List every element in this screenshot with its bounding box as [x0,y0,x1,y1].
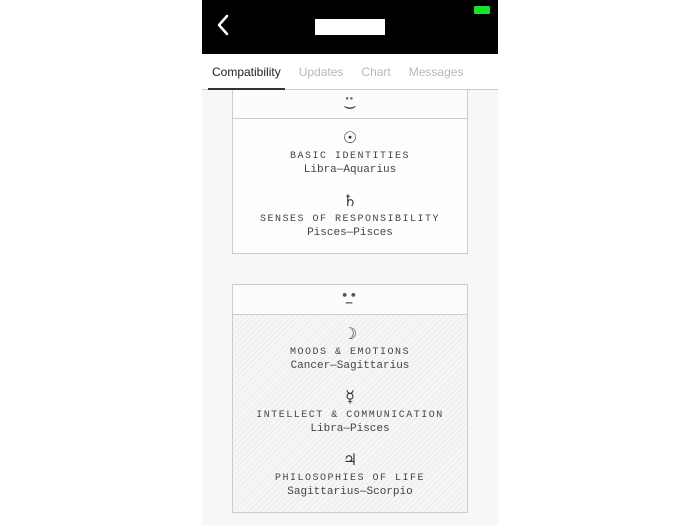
aspect-title: BASIC IDENTITIES [239,151,461,162]
compatibility-card-positive[interactable]: :) ☉ BASIC IDENTITIES Libra—Aquarius ♄ S… [232,90,468,254]
tab-updates[interactable]: Updates [297,55,346,89]
aspect-item: ☉ BASIC IDENTITIES Libra—Aquarius [239,131,461,176]
aspect-item: ☽ MOODS & EMOTIONS Cancer—Sagittarius [239,327,461,372]
aspect-pair: Pisces—Pisces [239,227,461,239]
moon-icon: ☽ [239,327,461,343]
aspect-title: MOODS & EMOTIONS [239,347,461,358]
neutral-face-icon: ••— [341,293,358,306]
mercury-icon: ☿ [239,390,461,406]
content-scroll[interactable]: :) ☉ BASIC IDENTITIES Libra—Aquarius ♄ S… [202,90,498,525]
page-title-placeholder [315,19,385,35]
tab-chart[interactable]: Chart [359,55,392,89]
aspect-item: ☿ INTELLECT & COMMUNICATION Libra—Pisces [239,390,461,435]
top-bar [202,0,498,54]
aspect-pair: Libra—Pisces [239,423,461,435]
tab-messages[interactable]: Messages [407,55,466,89]
sun-icon: ☉ [239,131,461,147]
aspect-item: ♄ SENSES OF RESPONSIBILITY Pisces—Pisces [239,194,461,239]
tab-bar: Compatibility Updates Chart Messages [202,54,498,90]
aspect-pair: Cancer—Sagittarius [239,360,461,372]
compatibility-card-neutral[interactable]: ••— ☽ MOODS & EMOTIONS Cancer—Sagittariu… [232,284,468,513]
card-face-happy: :) [233,90,467,119]
aspect-title: PHILOSOPHIES OF LIFE [239,473,461,484]
card-face-neutral: ••— [233,285,467,315]
aspect-title: SENSES OF RESPONSIBILITY [239,214,461,225]
tab-compatibility[interactable]: Compatibility [210,55,283,89]
card-body: ☽ MOODS & EMOTIONS Cancer—Sagittarius ☿ … [233,315,467,512]
card-body: ☉ BASIC IDENTITIES Libra—Aquarius ♄ SENS… [233,119,467,253]
chevron-left-icon [216,14,230,36]
saturn-icon: ♄ [239,194,461,210]
back-button[interactable] [212,10,234,45]
aspect-pair: Libra—Aquarius [239,164,461,176]
aspect-pair: Sagittarius—Scorpio [239,486,461,498]
smile-icon: :) [343,94,357,112]
app-frame: Compatibility Updates Chart Messages :) … [202,0,498,525]
aspect-item: ♃ PHILOSOPHIES OF LIFE Sagittarius—Scorp… [239,453,461,498]
aspect-title: INTELLECT & COMMUNICATION [239,410,461,421]
jupiter-icon: ♃ [239,453,461,469]
status-indicator [474,6,490,14]
